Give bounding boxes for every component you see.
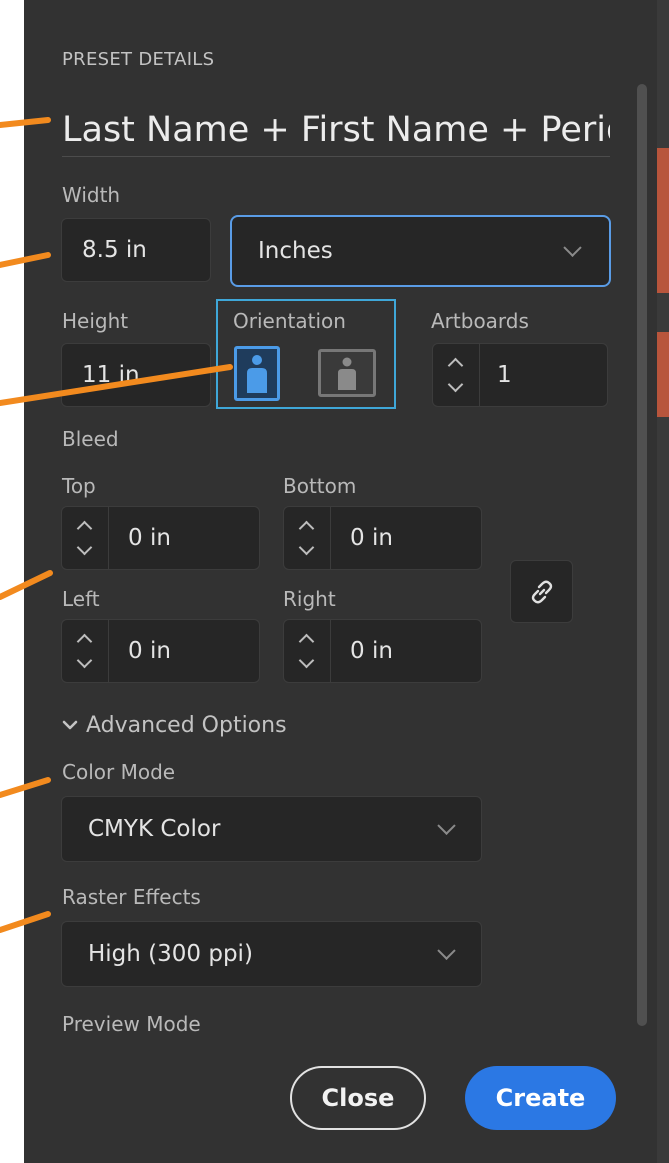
stepper-down-icon[interactable] [447,376,464,393]
bleed-bottom-value: 0 in [350,525,393,551]
link-bleed-button[interactable] [510,560,573,623]
advanced-options-label: Advanced Options [86,712,287,738]
stepper-up-icon[interactable] [298,520,315,537]
height-label: Height [62,309,129,333]
raster-effects-dropdown[interactable]: High (300 ppi) [61,921,482,987]
chevron-down-icon [437,941,456,960]
stepper-down-icon[interactable] [76,539,93,556]
stepper-up-icon[interactable] [447,357,464,374]
bleed-top-label: Top [62,474,96,498]
width-input[interactable]: 8.5 in [61,218,211,282]
portrait-orientation-button[interactable] [234,346,280,401]
height-value: 11 in [82,362,140,388]
preset-name-input[interactable]: Last Name + First Name + Period [62,104,610,157]
artboards-stepper[interactable]: 1 [432,343,608,407]
bleed-label: Bleed [62,427,119,451]
preview-mode-label: Preview Mode [62,1012,201,1036]
preset-details-title: PRESET DETAILS [62,49,215,70]
edge-strip-accent [657,148,669,293]
artboards-stepper-arrows[interactable] [433,344,480,406]
bleed-left-arrows[interactable] [62,620,109,682]
stepper-down-icon[interactable] [76,652,93,669]
color-mode-value: CMYK Color [88,816,221,842]
close-button[interactable]: Close [290,1066,426,1130]
bleed-right-label: Right [283,587,336,611]
bleed-left-value: 0 in [128,638,171,664]
stepper-up-icon[interactable] [298,633,315,650]
bleed-left-label: Left [62,587,100,611]
bleed-left-stepper[interactable]: 0 in [61,619,260,683]
raster-effects-label: Raster Effects [62,885,201,909]
bleed-top-value: 0 in [128,525,171,551]
raster-effects-value: High (300 ppi) [88,941,253,967]
height-input[interactable]: 11 in [61,343,211,407]
panel-scrollbar[interactable] [637,84,647,1026]
bleed-bottom-label: Bottom [283,474,357,498]
orientation-label: Orientation [233,309,346,333]
landscape-orientation-button[interactable] [318,349,376,397]
portrait-orientation-icon [247,355,267,393]
units-value: Inches [258,238,333,264]
stepper-up-icon[interactable] [76,633,93,650]
chevron-down-icon [563,238,582,257]
landscape-orientation-icon [338,357,356,390]
units-dropdown[interactable]: Inches [230,215,611,287]
color-mode-label: Color Mode [62,760,176,784]
bleed-bottom-stepper[interactable]: 0 in [283,506,482,570]
advanced-options-toggle[interactable]: Advanced Options [62,709,287,741]
bleed-right-value: 0 in [350,638,393,664]
artboards-value: 1 [497,362,512,388]
edge-strip-accent [657,332,669,417]
create-button[interactable]: Create [465,1066,616,1130]
stepper-down-icon[interactable] [298,539,315,556]
color-mode-dropdown[interactable]: CMYK Color [61,796,482,862]
chevron-down-icon [62,720,78,730]
bleed-right-stepper[interactable]: 0 in [283,619,482,683]
width-value: 8.5 in [82,237,147,263]
bleed-right-arrows[interactable] [284,620,331,682]
stepper-up-icon[interactable] [76,520,93,537]
link-icon [531,580,552,603]
bleed-bottom-arrows[interactable] [284,507,331,569]
bleed-top-stepper[interactable]: 0 in [61,506,260,570]
window-edge-strip [657,0,669,1163]
width-label: Width [62,183,121,207]
chevron-down-icon [437,816,456,835]
bleed-top-arrows[interactable] [62,507,109,569]
artboards-label: Artboards [431,309,529,333]
stepper-down-icon[interactable] [298,652,315,669]
